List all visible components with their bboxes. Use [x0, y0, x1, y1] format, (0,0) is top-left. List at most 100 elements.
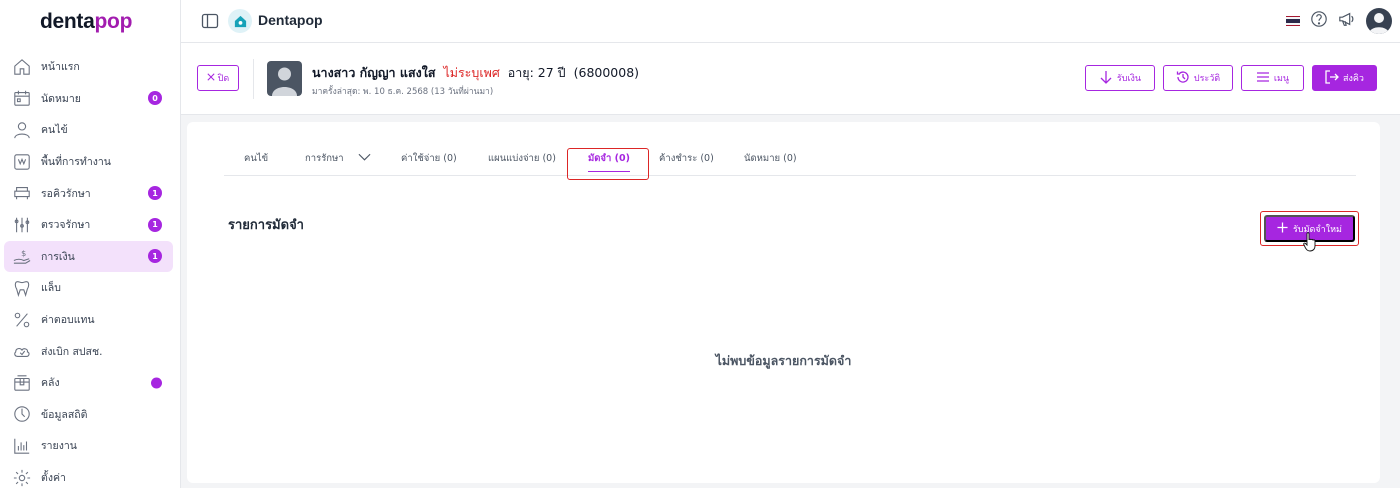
- patient-name: นางสาว กัญญา แสงใส: [312, 65, 436, 80]
- user-avatar[interactable]: [1366, 8, 1392, 34]
- patient-header: ปิด นางสาว กัญญา แสงใส ไม่ระบุเพศ อายุ: …: [181, 43, 1400, 115]
- sidebar-item-label: รายงาน: [41, 440, 77, 453]
- tab-label: การรักษา: [305, 152, 344, 164]
- tab-patient[interactable]: คนไข้: [244, 140, 268, 176]
- sidebar-item-label: ตรวจรักษา: [41, 219, 91, 232]
- tab-label: ค่าใช้จ่าย (0): [401, 152, 457, 164]
- notification-dot: [151, 377, 162, 389]
- sidebar-toggle-icon[interactable]: [201, 12, 219, 30]
- report-icon: [13, 437, 31, 455]
- sidebar-item-label: หน้าแรก: [41, 61, 80, 74]
- percent-icon: [13, 311, 31, 329]
- close-icon: [207, 73, 215, 83]
- sidebar-badge: 1: [148, 217, 162, 232]
- top-bar: Dentapop: [181, 0, 1400, 43]
- app-home-icon[interactable]: [228, 9, 252, 33]
- logo-text-accent: pop: [94, 10, 133, 33]
- logo-text-dark: denta: [40, 10, 95, 33]
- hand-cursor-icon: [1303, 232, 1317, 252]
- patient-age: อายุ: 27 ปี: [507, 65, 566, 80]
- last-visit: มาครั้งล่าสุด: พ. 10 ธ.ค. 2568 (13 วันที…: [312, 87, 494, 97]
- home-icon: [13, 58, 31, 76]
- menu-label: เมนู: [1273, 73, 1290, 83]
- money-hand-icon: $: [13, 247, 31, 265]
- sidebar-item-workspace[interactable]: พื้นที่การทำงาน: [4, 146, 173, 178]
- sidebar-item-settings[interactable]: ตั้งค่า: [4, 462, 173, 488]
- sidebar-item-inventory[interactable]: คลัง: [4, 367, 173, 399]
- sidebar-badge: 1: [148, 249, 162, 264]
- tab-treatment[interactable]: การรักษา: [305, 140, 371, 176]
- chevron-down-icon: [358, 153, 371, 164]
- divider: [253, 59, 254, 99]
- tab-appointments[interactable]: นัดหมาย (0): [744, 140, 797, 176]
- history-button[interactable]: ประวัติ: [1163, 65, 1233, 91]
- tab-label: คนไข้: [244, 152, 269, 164]
- sidebar-item-label: คนไข้: [41, 124, 68, 137]
- receive-payment-button[interactable]: รับเงิน: [1085, 65, 1155, 91]
- sidebar-item-treatment[interactable]: ตรวจรักษา 1: [4, 209, 173, 241]
- sidebar-item-queue[interactable]: รอคิวรักษา 1: [4, 177, 173, 209]
- new-deposit-label: รับมัดจำใหม่: [1293, 223, 1342, 234]
- patient-gender: ไม่ระบุเพศ: [443, 65, 500, 80]
- sidebar-item-label: นัดหมาย: [41, 92, 81, 105]
- tab-label: ค้างชำระ (0): [659, 152, 714, 164]
- sidebar-item-label: แล็บ: [41, 282, 61, 295]
- patient-avatar: [267, 61, 302, 96]
- patient-info: นางสาว กัญญา แสงใส ไม่ระบุเพศ อายุ: 27 ป…: [312, 63, 639, 83]
- sidebar-item-label: ค่าตอบแทน: [41, 314, 95, 327]
- app-title: Dentapop: [258, 12, 323, 28]
- sidebar-item-nhso[interactable]: ส่งเบิก สปสช.: [4, 335, 173, 367]
- help-icon[interactable]: [1310, 10, 1328, 32]
- sidebar-badge: 1: [148, 186, 162, 201]
- history-icon: [1176, 70, 1190, 86]
- sidebar-item-label: คลัง: [41, 377, 60, 390]
- tab-bar: คนไข้ การรักษา ค่าใช้จ่าย (0) แผนแบ่งจ่า…: [224, 140, 1356, 176]
- workspace-icon: [13, 153, 31, 171]
- logo[interactable]: denta pop: [0, 0, 180, 44]
- close-button[interactable]: ปิด: [197, 65, 239, 91]
- tooth-icon: [13, 279, 31, 297]
- sidebar-item-compensation[interactable]: ค่าตอบแทน: [4, 304, 173, 336]
- megaphone-icon[interactable]: [1338, 10, 1356, 32]
- receive-payment-label: รับเงิน: [1116, 73, 1142, 83]
- tab-outstanding[interactable]: ค้างชำระ (0): [659, 140, 714, 176]
- history-label: ประวัติ: [1193, 73, 1221, 83]
- sidebar-item-finance[interactable]: $ การเงิน 1: [4, 240, 173, 273]
- top-bar-actions: [1286, 8, 1392, 34]
- sidebar-item-appointments[interactable]: นัดหมาย 0: [4, 83, 173, 115]
- tab-label: นัดหมาย (0): [744, 152, 797, 164]
- plus-icon: [1277, 222, 1288, 235]
- tools-icon: [13, 216, 31, 234]
- sidebar-item-home[interactable]: หน้าแรก: [4, 51, 173, 83]
- stats-icon: [13, 405, 31, 423]
- patient-hn: (6800008): [573, 65, 640, 80]
- empty-state-message: ไม่พบข้อมูลรายการมัดจำ: [715, 353, 852, 368]
- close-button-label: ปิด: [217, 73, 230, 83]
- section-title: รายการมัดจำ: [228, 218, 304, 233]
- tab-expenses[interactable]: ค่าใช้จ่าย (0): [401, 140, 457, 176]
- box-icon: [13, 374, 31, 392]
- sidebar-item-label: พื้นที่การทำงาน: [41, 156, 111, 169]
- arrow-down-icon: [1099, 70, 1113, 86]
- menu-button[interactable]: เมนู: [1241, 65, 1304, 91]
- sidebar-item-label: ตั้งค่า: [41, 472, 66, 485]
- calendar-icon: [13, 89, 31, 107]
- thai-flag-icon[interactable]: [1286, 15, 1300, 27]
- sidebar-item-label: การเงิน: [41, 250, 75, 263]
- dental-chair-icon: [13, 184, 31, 202]
- sidebar-item-reports[interactable]: รายงาน: [4, 430, 173, 462]
- sidebar-item-lab[interactable]: แล็บ: [4, 272, 173, 304]
- sidebar-nav: หน้าแรก นัดหมาย 0 คนไข้ พื้นที่การทำงาน …: [4, 51, 173, 488]
- patient-actions: รับเงิน ประวัติ เมนู ส่งคิว: [1085, 65, 1377, 91]
- sidebar-badge: 0: [148, 91, 162, 106]
- send-queue-button[interactable]: ส่งคิว: [1312, 65, 1377, 91]
- svg-text:$: $: [21, 248, 26, 258]
- send-queue-label: ส่งคิว: [1343, 73, 1364, 83]
- sidebar-item-patients[interactable]: คนไข้: [4, 114, 173, 146]
- tab-installment[interactable]: แผนแบ่งจ่าย (0): [488, 140, 556, 176]
- tab-label: แผนแบ่งจ่าย (0): [488, 152, 556, 164]
- user-icon: [13, 121, 31, 139]
- sidebar: denta pop หน้าแรก นัดหมาย 0 คนไข้ พื้นที่…: [0, 0, 181, 488]
- gear-icon: [13, 469, 31, 487]
- sidebar-item-statistics[interactable]: ข้อมูลสถิติ: [4, 399, 173, 431]
